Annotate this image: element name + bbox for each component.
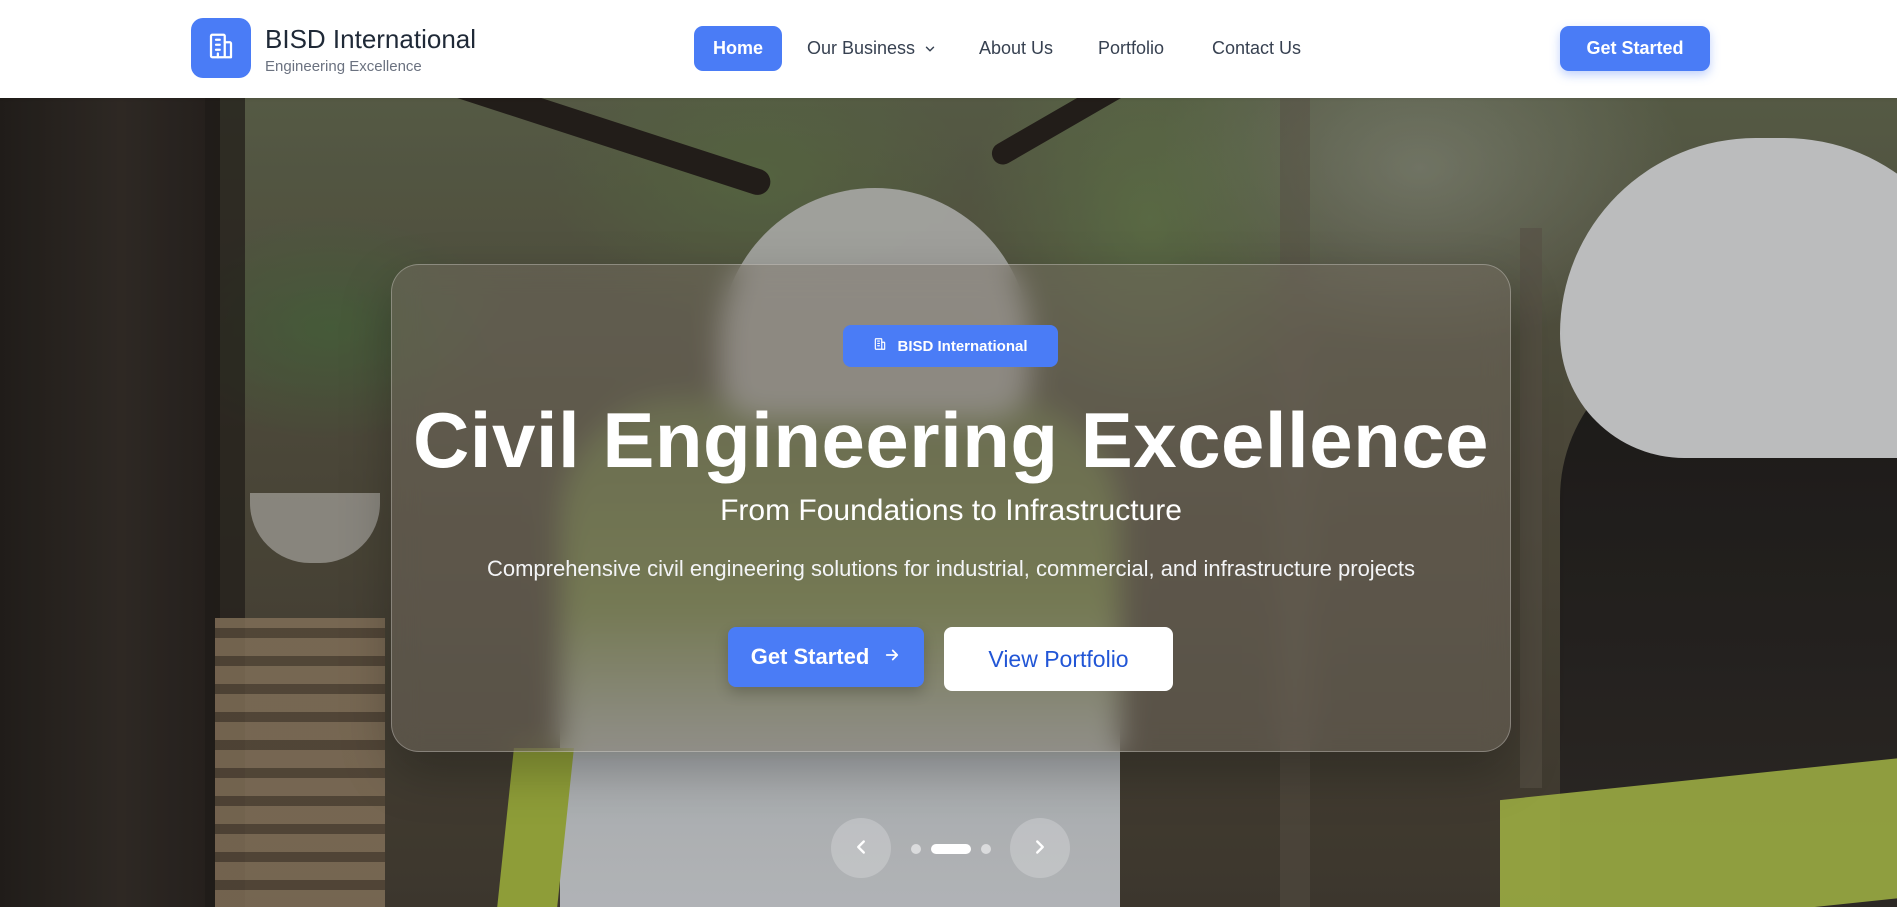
hero-get-started-label: Get Started (750, 644, 870, 669)
building-icon (873, 337, 887, 355)
carousel-prev-button[interactable] (831, 818, 891, 878)
hero-view-portfolio-button[interactable]: View Portfolio (944, 627, 1173, 691)
nav-item-our-business[interactable]: Our Business (807, 26, 937, 71)
carousel-next-button[interactable] (1010, 818, 1070, 878)
header-get-started-button[interactable]: Get Started (1560, 26, 1710, 71)
brand-name[interactable]: BISD International (265, 24, 476, 55)
site-header: BISD International Engineering Excellenc… (0, 0, 1897, 98)
chevron-left-icon (850, 836, 872, 861)
arrow-right-icon (883, 644, 901, 670)
chevron-down-icon (923, 42, 937, 56)
hero-title: Civil Engineering Excellence (412, 396, 1490, 484)
logo[interactable] (191, 18, 251, 78)
hero-subtitle: From Foundations to Infrastructure (720, 494, 1182, 527)
nav-item-portfolio[interactable]: Portfolio (1098, 26, 1164, 71)
hero-badge: BISD International (843, 325, 1058, 367)
hero-get-started-button[interactable]: Get Started (728, 627, 924, 687)
nav-item-home[interactable]: Home (694, 26, 782, 71)
carousel-dot-2-active[interactable] (931, 844, 971, 854)
nav-item-label: Our Business (807, 38, 916, 58)
nav-item-about-us[interactable]: About Us (979, 26, 1053, 71)
brand-tagline: Engineering Excellence (265, 58, 422, 75)
chevron-right-icon (1029, 836, 1051, 861)
carousel-dot-1[interactable] (911, 844, 921, 854)
nav-item-contact-us[interactable]: Contact Us (1212, 26, 1301, 71)
hero-badge-label: BISD International (897, 337, 1028, 355)
building-icon (206, 31, 236, 66)
hero-description: Comprehensive civil engineering solution… (486, 556, 1416, 581)
carousel-dot-3[interactable] (981, 844, 991, 854)
